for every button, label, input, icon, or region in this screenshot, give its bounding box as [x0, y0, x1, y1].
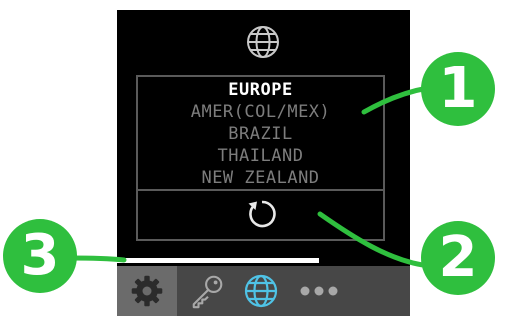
callout-badge-3: 3	[3, 219, 77, 293]
callout-badge-2: 2	[421, 221, 495, 295]
callout-badge-1: 1	[421, 52, 495, 126]
